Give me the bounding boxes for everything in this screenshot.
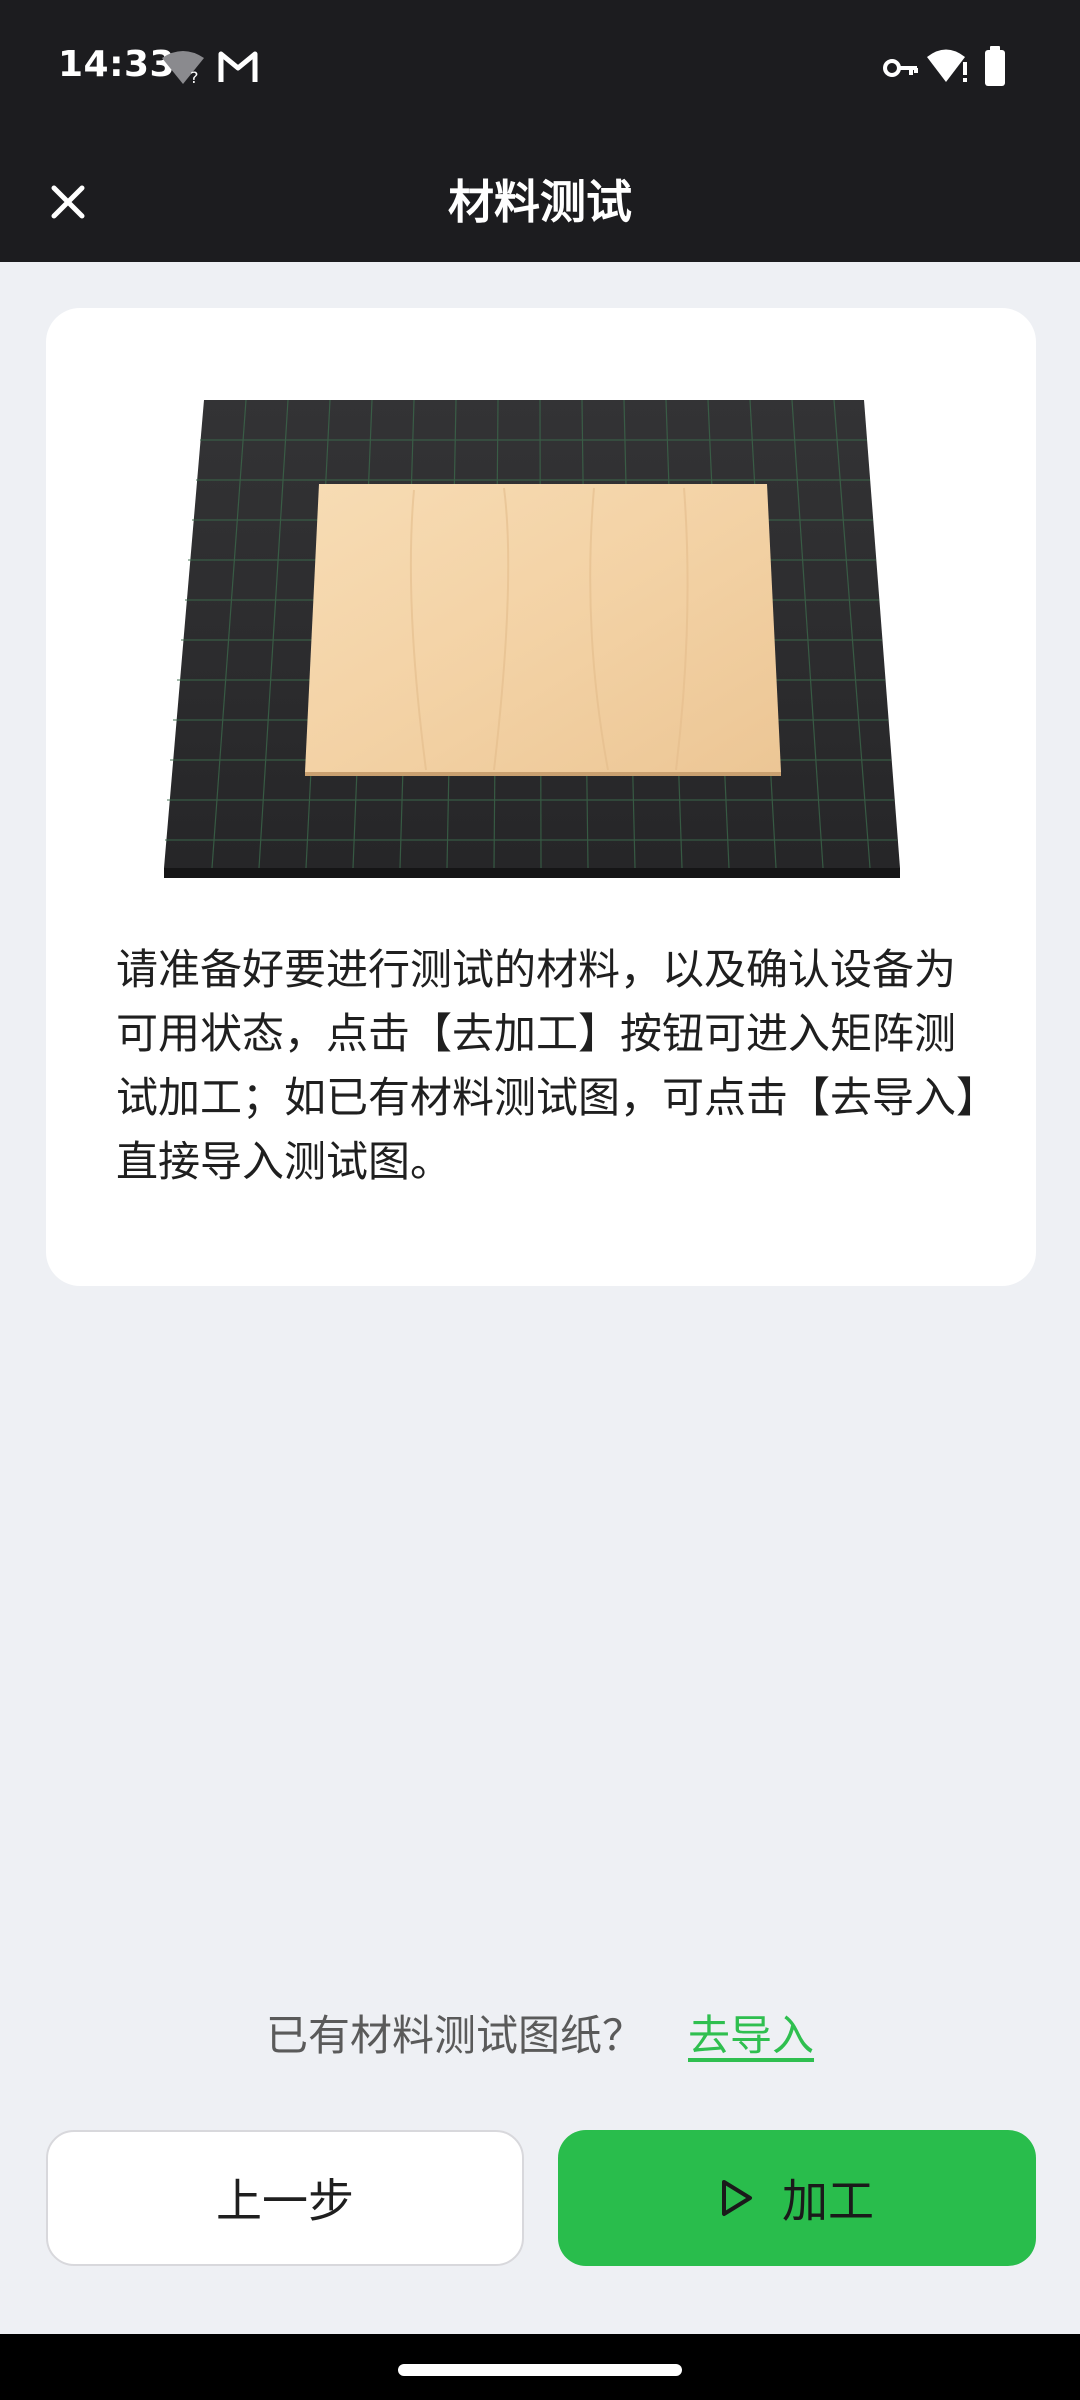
import-prompt: 已有材料测试图纸？ 去导入 [0, 2000, 1080, 2064]
material-board-illustration [164, 400, 900, 878]
svg-text:?: ? [190, 68, 199, 86]
home-indicator[interactable] [398, 2364, 682, 2376]
previous-step-button[interactable]: 上一步 [46, 2130, 524, 2266]
status-bar: 14:33 ? [0, 0, 1080, 134]
import-link[interactable]: 去导入 [688, 2002, 814, 2063]
app-bar: 材料测试 [0, 134, 1080, 262]
battery-icon [984, 46, 1006, 90]
play-icon [722, 2180, 752, 2216]
gmail-icon [218, 50, 258, 90]
info-card: 请准备好要进行测试的材料，以及确认设备为可用状态，点击【去加工】按钮可进入矩阵测… [46, 308, 1036, 1286]
process-label: 加工 [782, 2174, 874, 2228]
status-time: 14:33 [58, 44, 176, 85]
vpn-key-icon [882, 54, 920, 86]
previous-step-label: 上一步 [216, 2174, 354, 2228]
wifi-alert-icon [926, 48, 970, 88]
instruction-text: 请准备好要进行测试的材料，以及确认设备为可用状态，点击【去加工】按钮可进入矩阵测… [116, 945, 978, 1186]
page-title: 材料测试 [448, 175, 632, 229]
import-question: 已有材料测试图纸？ [265, 2010, 644, 2060]
wifi-unknown-icon: ? [160, 50, 206, 90]
process-button[interactable]: 加工 [558, 2130, 1036, 2266]
